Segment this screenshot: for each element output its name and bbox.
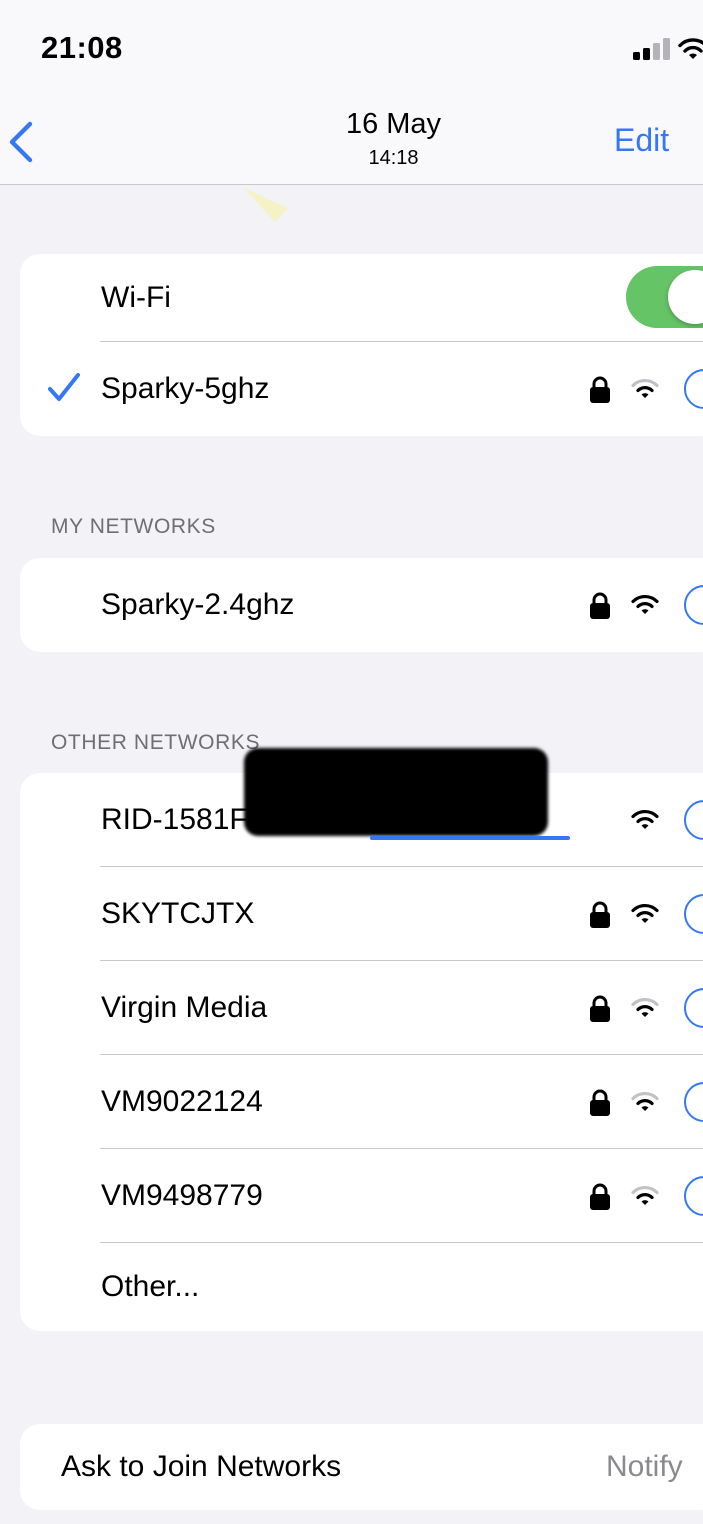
network-name: Sparky-2.4ghz: [101, 588, 295, 621]
lock-icon: [590, 1183, 610, 1210]
cellular-signal-icon: [633, 38, 670, 60]
navigation-bar: 16 May 14:18 Edit: [0, 100, 703, 185]
network-row[interactable]: SKYTCJTX: [20, 867, 703, 961]
network-row[interactable]: VM9498779: [20, 1149, 703, 1243]
wifi-toggle[interactable]: [626, 266, 703, 328]
lock-icon: [590, 1089, 610, 1116]
network-row-connected[interactable]: Sparky-5ghz: [20, 342, 703, 436]
other-network-row[interactable]: Other...: [20, 1243, 703, 1331]
lock-icon: [590, 592, 610, 619]
status-time: 21:08: [41, 30, 123, 65]
lock-icon: [590, 901, 610, 928]
wifi-signal-icon: [631, 809, 659, 829]
my-networks-header: MY NETWORKS: [51, 515, 216, 538]
network-row[interactable]: Virgin Media: [20, 961, 703, 1055]
info-button[interactable]: [684, 894, 703, 934]
network-name: VM9022124: [101, 1085, 263, 1118]
redaction-scribble: [370, 836, 570, 840]
info-button[interactable]: [684, 585, 703, 625]
info-button[interactable]: [684, 988, 703, 1028]
edit-button[interactable]: Edit: [614, 122, 669, 159]
other-networks-header: OTHER NETWORKS: [51, 731, 261, 754]
status-wifi-icon: [678, 38, 703, 59]
wifi-label: Wi-Fi: [101, 281, 171, 314]
network-name: VM9498779: [101, 1179, 263, 1212]
nav-time: 14:18: [368, 147, 419, 169]
lock-icon: [590, 376, 610, 403]
my-networks-group: Sparky-2.4ghz: [20, 558, 703, 652]
wifi-signal-icon: [631, 997, 659, 1017]
screen-glare: [244, 188, 288, 222]
network-row[interactable]: VM9022124: [20, 1055, 703, 1149]
other-network-label: Other...: [101, 1270, 200, 1303]
ask-to-join-label: Ask to Join Networks: [61, 1450, 342, 1483]
wifi-group: Wi-Fi Sparky-5ghz: [20, 254, 703, 436]
redaction-mark: [244, 748, 548, 836]
info-button[interactable]: [684, 800, 703, 840]
network-name: Sparky-5ghz: [101, 372, 270, 405]
status-bar: 21:08: [0, 0, 703, 100]
other-networks-group: RID-1581F4 SKYTCJTX Virgin Media VM90221…: [20, 773, 703, 1331]
wifi-signal-icon: [631, 903, 659, 923]
wifi-toggle-row: Wi-Fi: [20, 254, 703, 342]
toggle-knob: [668, 270, 703, 324]
info-button[interactable]: [684, 1176, 703, 1216]
info-button[interactable]: [684, 1082, 703, 1122]
ask-to-join-value: Notify: [606, 1450, 683, 1483]
network-name: SKYTCJTX: [101, 897, 255, 930]
network-row[interactable]: Sparky-2.4ghz: [20, 558, 703, 652]
wifi-signal-icon: [631, 1185, 659, 1205]
ask-to-join-group: Ask to Join Networks Notify: [20, 1424, 703, 1510]
nav-date: 16 May: [345, 108, 442, 140]
checkmark-icon: [48, 373, 80, 401]
network-name: RID-1581F4: [101, 803, 265, 836]
info-button[interactable]: [684, 369, 703, 409]
ask-to-join-row[interactable]: Ask to Join Networks Notify: [20, 1424, 703, 1510]
wifi-signal-icon: [631, 1091, 659, 1111]
wifi-signal-icon: [631, 594, 659, 614]
wifi-signal-icon: [631, 378, 659, 398]
network-name: Virgin Media: [101, 991, 268, 1024]
lock-icon: [590, 995, 610, 1022]
